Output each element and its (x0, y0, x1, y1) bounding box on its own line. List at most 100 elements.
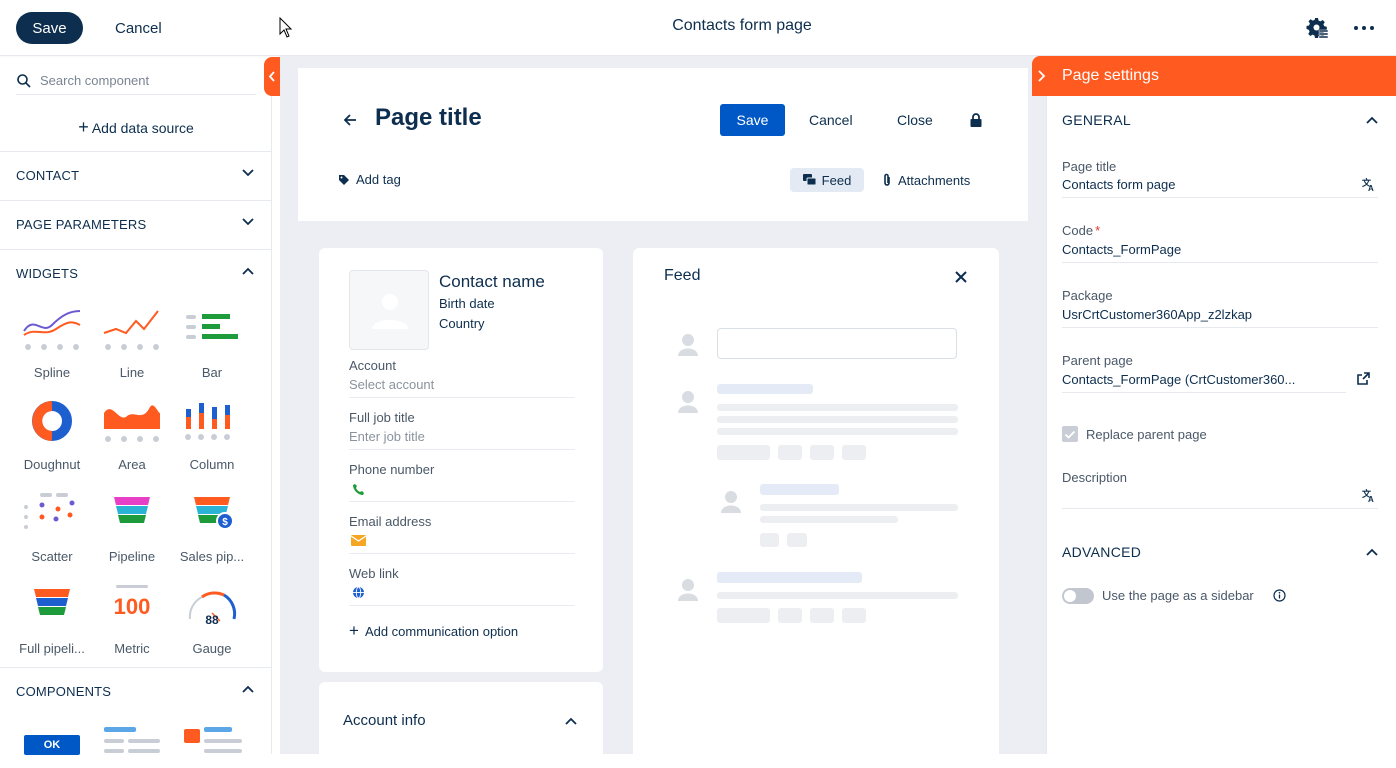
widget-label: Gauge (192, 641, 232, 656)
more-options-icon[interactable] (1352, 16, 1376, 40)
tab-feed-label: Feed (821, 172, 852, 188)
page-settings-header[interactable]: Page settings (1032, 56, 1396, 96)
contact-country[interactable]: Country (439, 316, 485, 331)
user-avatar-icon (678, 334, 698, 356)
sidebar-toggle[interactable] (1062, 588, 1094, 604)
section-components[interactable]: COMPONENTS (0, 667, 272, 715)
required-marker: * (1095, 223, 1101, 238)
chevron-up-icon[interactable] (1366, 548, 1378, 556)
feed-icon (802, 174, 817, 186)
feed-post-input[interactable] (717, 328, 957, 359)
search-icon (17, 73, 31, 88)
section-components-label: COMPONENTS (16, 684, 112, 699)
svg-text:$: $ (222, 517, 228, 528)
code-input[interactable]: Contacts_FormPage (1062, 242, 1181, 257)
chevron-down-icon (242, 218, 254, 226)
component-gallery[interactable] (184, 727, 242, 755)
close-icon[interactable] (955, 271, 967, 283)
divider (1062, 327, 1378, 328)
widget-label: Scatter (31, 549, 73, 564)
skeleton-line (717, 572, 862, 583)
widget-pipeline[interactable]: Pipeline (92, 491, 172, 571)
collapse-panel-button[interactable] (264, 57, 280, 96)
widget-bar[interactable]: Bar (172, 307, 252, 387)
section-contact[interactable]: CONTACT (0, 151, 272, 199)
skeleton-line (717, 404, 958, 411)
line-chart-icon (103, 310, 159, 350)
section-page-parameters[interactable]: PAGE PARAMETERS (0, 200, 272, 248)
user-avatar-icon (678, 579, 698, 601)
component-panel: Search component + Add data source CONTA… (0, 57, 272, 755)
code-label-text: Code (1062, 223, 1094, 238)
component-list[interactable] (104, 727, 160, 755)
widget-scatter[interactable]: Scatter (12, 491, 92, 571)
field-job-title-input[interactable]: Enter job title (349, 429, 425, 444)
skeleton-line (717, 384, 813, 394)
widget-full-pipeline[interactable]: Full pipeli... (12, 583, 92, 663)
field-account-input[interactable]: Select account (349, 377, 434, 392)
field-email-label: Email address (349, 514, 432, 529)
paperclip-icon (884, 173, 890, 186)
add-tag-button[interactable]: Add tag (338, 172, 401, 187)
page-heading: Contacts form page (672, 17, 812, 34)
add-data-source-label: Add data source (91, 120, 194, 136)
lock-icon[interactable] (969, 112, 983, 128)
back-arrow-icon[interactable] (342, 112, 358, 128)
replace-parent-checkbox[interactable] (1062, 426, 1078, 442)
contact-name[interactable]: Contact name (439, 272, 545, 292)
translate-icon[interactable]: 文A (1362, 488, 1376, 502)
field-account-label: Account (349, 358, 396, 373)
section-advanced[interactable]: ADVANCED (1062, 544, 1141, 560)
add-communication-label: Add communication option (364, 623, 519, 639)
divider (1062, 508, 1378, 509)
skeleton-line (717, 416, 958, 423)
search-placeholder: Search component (40, 73, 150, 88)
widget-spline[interactable]: Spline (12, 307, 92, 387)
parent-page-value[interactable]: Contacts_FormPage (CrtCustomer360... (1062, 372, 1332, 387)
widget-gauge[interactable]: 88 Gauge (172, 583, 252, 663)
add-data-source-button[interactable]: + Add data source (0, 117, 272, 138)
tag-icon (339, 174, 349, 185)
page-settings-title: Page settings (1062, 67, 1159, 84)
widget-label: Line (119, 365, 145, 380)
chevron-up-icon[interactable] (565, 717, 577, 725)
form-page-title[interactable]: Page title (375, 104, 482, 132)
translate-icon[interactable]: 文A (1362, 177, 1376, 191)
widget-area[interactable]: Area (92, 399, 172, 479)
widget-sales-pipeline[interactable]: $ Sales pip... (172, 491, 252, 571)
globe-icon[interactable] (352, 586, 365, 599)
widget-column[interactable]: Column (172, 399, 252, 479)
component-button[interactable]: OK (24, 735, 80, 755)
settings-gear-icon[interactable] (1305, 16, 1329, 40)
svg-text:A: A (1368, 495, 1374, 502)
widget-line[interactable]: Line (92, 307, 172, 387)
bar-chart-icon (186, 314, 238, 339)
phone-icon[interactable] (352, 483, 365, 496)
divider (1062, 262, 1378, 263)
form-close-button[interactable]: Close (897, 104, 933, 136)
add-communication-option-button[interactable]: + Add communication option (349, 621, 518, 641)
open-external-icon[interactable] (1357, 372, 1370, 385)
account-info-title: Account info (343, 712, 426, 729)
chevron-up-icon (242, 685, 254, 693)
contact-birth-date[interactable]: Birth date (439, 296, 495, 311)
divider (1062, 392, 1346, 393)
contact-photo[interactable] (349, 270, 429, 350)
section-widgets[interactable]: WIDGETS (0, 249, 272, 297)
widget-doughnut[interactable]: Doughnut (12, 399, 92, 479)
skeleton-chip (842, 445, 866, 460)
tab-feed[interactable]: Feed (790, 168, 864, 192)
chevron-up-icon[interactable] (1366, 116, 1378, 124)
widget-metric[interactable]: 100 Metric (92, 583, 172, 663)
info-icon[interactable] (1273, 589, 1286, 602)
section-general[interactable]: GENERAL (1062, 112, 1131, 128)
search-component-input[interactable]: Search component (16, 67, 256, 95)
plus-icon: + (78, 117, 89, 137)
tab-attachments[interactable]: Attachments (882, 168, 970, 192)
page-title-input[interactable]: Contacts form page (1062, 177, 1175, 192)
email-icon[interactable] (351, 535, 366, 546)
description-input[interactable] (1062, 486, 1362, 508)
tab-attachments-label: Attachments (898, 172, 971, 188)
form-cancel-button[interactable]: Cancel (809, 104, 853, 136)
form-save-button[interactable]: Save (720, 104, 785, 136)
